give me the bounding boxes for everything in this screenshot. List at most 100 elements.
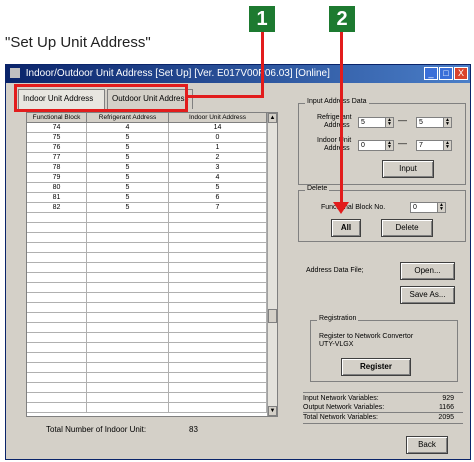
table-row[interactable]: 76 5 1 [27,143,267,153]
table-cell [87,353,169,363]
callout-2-line [340,32,343,208]
callout-2-arrow-icon [333,202,349,214]
table-cell [27,293,87,303]
table-cell [87,273,169,283]
delete-button[interactable]: Delete [381,219,433,237]
indoor-from-field[interactable]: 0 ▲ ▼ [358,140,394,151]
table-row[interactable] [27,253,267,263]
table-row[interactable] [27,373,267,383]
register-button[interactable]: Register [341,358,411,376]
back-button[interactable]: Back [406,436,448,454]
refrigerant-to-field[interactable]: 5 ▲ ▼ [416,117,452,128]
table-row[interactable] [27,233,267,243]
table-cell [27,233,87,243]
scroll-thumb[interactable] [268,309,277,323]
table-row[interactable] [27,313,267,323]
input-button[interactable]: Input [382,160,434,178]
table-cell [169,363,267,373]
table-cell: 14 [169,123,267,133]
table-cell [27,253,87,263]
total-network-variables-value: 2095 [438,414,454,421]
registration-title: Registration [317,315,359,322]
column-header-refrigerant-address[interactable]: Refrigerant Address [87,113,169,123]
spin-arrows-icon[interactable]: ▲ ▼ [443,118,451,127]
refrigerant-from-field[interactable]: 5 ▲ ▼ [358,117,394,128]
table-row[interactable]: 82 5 7 [27,203,267,213]
registration-text: Register to Network Convertor [319,333,414,340]
delete-all-button[interactable]: All [331,219,361,237]
spin-arrows-icon[interactable]: ▲ ▼ [385,141,393,150]
table-row[interactable] [27,273,267,283]
table-row[interactable]: 79 5 4 [27,173,267,183]
table-row[interactable] [27,223,267,233]
table-row[interactable]: 78 5 3 [27,163,267,173]
indoor-to-field[interactable]: 7 ▲ ▼ [416,140,452,151]
delete-title: Delete [305,185,330,192]
range-dash: — [398,138,407,148]
table-cell [169,213,267,223]
table-cell [87,293,169,303]
table-cell: 75 [27,133,87,143]
table-cell: 5 [87,183,169,193]
table-cell [169,233,267,243]
functional-block-no-field[interactable]: 0 ▲ ▼ [410,202,446,213]
table-cell [169,283,267,293]
table-row[interactable] [27,343,267,353]
table-cell: 5 [87,163,169,173]
address-table[interactable]: Functional Block Refrigerant Address Ind… [26,112,278,417]
table-row[interactable] [27,263,267,273]
table-cell [169,293,267,303]
table-row[interactable] [27,383,267,393]
table-cell [87,223,169,233]
table-cell [87,253,169,263]
table-row[interactable] [27,403,267,413]
table-row[interactable] [27,323,267,333]
table-row[interactable] [27,333,267,343]
output-network-variables-label: Output Network Variables: [303,404,385,411]
close-button[interactable]: X [454,67,468,80]
app-window: Indoor/Outdoor Unit Address [Set Up] [Ve… [5,64,471,460]
refrigerant-label: Refrigerant [317,114,352,121]
table-row[interactable] [27,293,267,303]
table-cell [27,303,87,313]
table-scrollbar[interactable]: ▲ ▼ [267,113,277,416]
output-network-variables-value: 1166 [438,404,454,411]
open-button[interactable]: Open... [400,262,455,280]
table-row[interactable]: 75 5 0 [27,133,267,143]
table-cell: 81 [27,193,87,203]
table-cell: 5 [87,203,169,213]
column-header-functional-block[interactable]: Functional Block [27,113,87,123]
table-cell [27,343,87,353]
table-row[interactable] [27,363,267,373]
table-cell [27,333,87,343]
table-row[interactable] [27,393,267,403]
table-row[interactable]: 77 5 2 [27,153,267,163]
table-row[interactable] [27,303,267,313]
spin-arrows-icon[interactable]: ▲ ▼ [443,141,451,150]
column-header-indoor-unit-address[interactable]: Indoor Unit Address [169,113,267,123]
maximize-button[interactable]: □ [439,67,453,80]
table-row[interactable]: 80 5 5 [27,183,267,193]
table-cell [87,343,169,353]
table-row[interactable]: 74 4 14 [27,123,267,133]
spin-arrows-icon[interactable]: ▲ ▼ [385,118,393,127]
save-as-button[interactable]: Save As... [400,286,455,304]
table-row[interactable] [27,283,267,293]
table-row[interactable] [27,353,267,363]
window-title: Indoor/Outdoor Unit Address [Set Up] [Ve… [25,68,330,79]
table-cell: 5 [169,183,267,193]
table-row[interactable] [27,243,267,253]
table-cell [87,233,169,243]
scroll-down-icon[interactable]: ▼ [268,406,277,416]
stats-separator-mid [303,412,463,413]
table-row[interactable]: 81 5 6 [27,193,267,203]
table-cell: 1 [169,143,267,153]
table-row[interactable] [27,213,267,223]
highlight-tab-bar [14,84,188,112]
scroll-up-icon[interactable]: ▲ [268,113,277,123]
table-cell [87,283,169,293]
table-cell [169,273,267,283]
spin-arrows-icon[interactable]: ▲ ▼ [437,203,445,212]
table-cell [169,343,267,353]
minimize-button[interactable]: _ [424,67,438,80]
